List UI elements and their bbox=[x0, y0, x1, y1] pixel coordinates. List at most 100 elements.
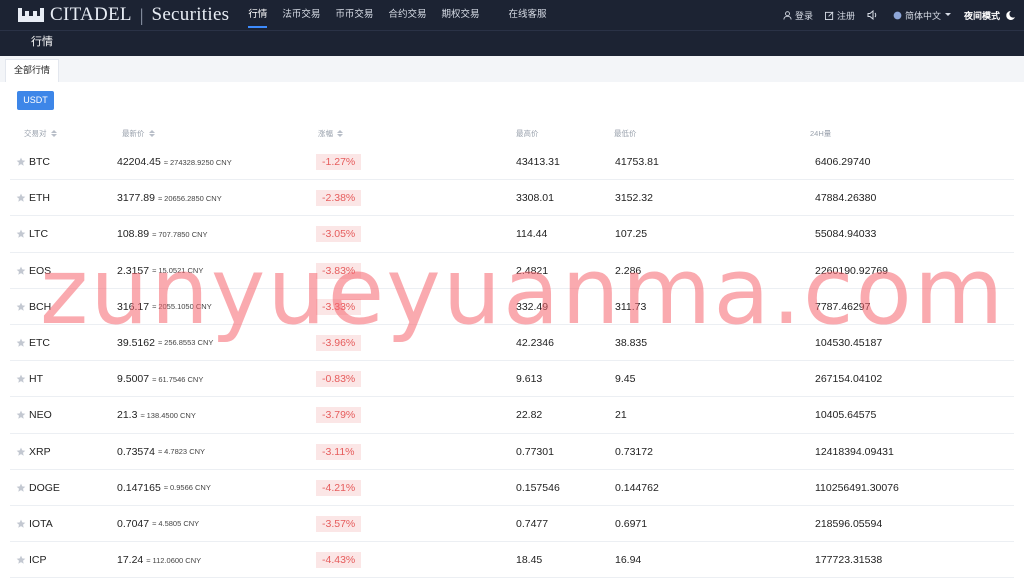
change-cell: -3.11% bbox=[316, 434, 361, 470]
low-price: 0.6971 bbox=[615, 517, 648, 530]
change-cell: -3.33% bbox=[316, 289, 362, 325]
chevron-down-icon bbox=[944, 13, 951, 16]
brand-separator: | bbox=[139, 4, 144, 25]
table-row[interactable]: EOS 2.3157 ≈ 15.0521 CNY -3.83% 2.4821 2.286 2… bbox=[10, 253, 1014, 289]
favorite-star-icon[interactable] bbox=[16, 193, 26, 203]
pair-cell: XRP bbox=[16, 434, 51, 470]
last-price-cell: 108.89 ≈ 707.7850 CNY bbox=[117, 216, 208, 252]
last-price-cny: ≈ 15.0521 CNY bbox=[152, 266, 204, 276]
high-price: 2.4821 bbox=[516, 264, 549, 277]
low-price: 41753.81 bbox=[615, 156, 659, 168]
table-row[interactable]: XRP 0.73574 ≈ 4.7823 CNY -3.11% 0.77301 0.731… bbox=[10, 434, 1014, 470]
brand-logo[interactable]: CITADEL | Securities bbox=[0, 0, 229, 30]
pair-name: ICP bbox=[29, 554, 47, 567]
low-price: 3152.32 bbox=[615, 192, 653, 205]
favorite-star-icon[interactable] bbox=[16, 519, 26, 529]
table-row[interactable]: NEO 21.3 ≈ 138.4500 CNY -3.79% 22.82 21 10405.… bbox=[10, 397, 1014, 434]
col-change-label: 涨幅 bbox=[318, 129, 333, 138]
last-price-cell: 3177.89 ≈ 20656.2850 CNY bbox=[117, 180, 222, 216]
table-row[interactable]: ETH 3177.89 ≈ 20656.2850 CNY -2.38% 3308.01 3… bbox=[10, 180, 1014, 217]
low-price: 2.286 bbox=[615, 264, 642, 277]
change-badge: -3.83% bbox=[316, 262, 362, 279]
favorite-star-icon[interactable] bbox=[16, 157, 26, 167]
last-price: 316.17 bbox=[117, 300, 150, 313]
change-cell: -1.27% bbox=[316, 144, 362, 180]
last-price-cny: ≈ 61.7546 CNY bbox=[152, 374, 204, 384]
table-row[interactable]: BTC 42204.45 ≈ 274328.9250 CNY -1.27% 43413.… bbox=[10, 144, 1014, 181]
pair-cell: NEO bbox=[16, 397, 52, 433]
pair-cell: ETC bbox=[16, 325, 50, 361]
last-price: 42204.45 bbox=[117, 156, 161, 168]
col-last-label: 最新价 bbox=[122, 129, 145, 138]
favorite-star-icon[interactable] bbox=[16, 338, 26, 348]
table-row[interactable]: ETC 39.5162 ≈ 256.8553 CNY -3.96% 42.2346 38.… bbox=[10, 325, 1014, 362]
pair-name: DOGE bbox=[29, 481, 60, 494]
last-price-cny: ≈ 0.9566 CNY bbox=[163, 483, 211, 493]
nav-market[interactable]: 行情 bbox=[248, 0, 268, 30]
volume-24h: 2260190.92769 bbox=[815, 264, 888, 277]
language-select[interactable]: 简体中文 bbox=[893, 9, 952, 22]
nav-online-support[interactable]: 在线客服 bbox=[508, 0, 546, 30]
col-high-label: 最高价 bbox=[516, 129, 539, 138]
tab-all-markets[interactable]: 全部行情 bbox=[5, 59, 60, 82]
main-nav: 行情 法币交易 币币交易 合约交易 期权交易 在线客服 bbox=[248, 0, 561, 30]
table-row[interactable]: HT 9.5007 ≈ 61.7546 CNY -0.83% 9.613 9.45 2671… bbox=[10, 361, 1014, 398]
pair-cell: BTC bbox=[16, 144, 50, 180]
pair-cell: HT bbox=[16, 361, 43, 397]
nav-spot-trade[interactable]: 币币交易 bbox=[335, 0, 373, 30]
pair-name: IOTA bbox=[29, 517, 53, 530]
login-link[interactable]: 登录 bbox=[783, 9, 813, 22]
favorite-star-icon[interactable] bbox=[16, 555, 26, 565]
change-badge: -2.38% bbox=[316, 190, 362, 207]
high-price: 0.77301 bbox=[516, 445, 554, 458]
col-last-header[interactable]: 最新价 bbox=[122, 128, 155, 139]
brand-name: CITADEL bbox=[50, 4, 132, 25]
last-price-cny: ≈ 256.8553 CNY bbox=[157, 338, 214, 348]
change-badge: -3.11% bbox=[316, 443, 361, 460]
pair-name: LTC bbox=[29, 228, 49, 241]
last-price-cny: ≈ 2055.1050 CNY bbox=[152, 302, 212, 312]
col-high-header: 最高价 bbox=[516, 128, 539, 139]
col-volume-header: 24H量 bbox=[810, 128, 831, 139]
market-table: 交易对 最新价 涨幅 最高价 最低价 24H量 BTC 42204.45 ≈ 274… bbox=[10, 122, 1014, 578]
high-price: 43413.31 bbox=[516, 156, 560, 168]
subnav-market-tab[interactable]: 行情 bbox=[17, 33, 67, 56]
nav-contract-trade[interactable]: 合约交易 bbox=[388, 0, 426, 30]
low-price: 9.45 bbox=[615, 373, 636, 386]
favorite-star-icon[interactable] bbox=[16, 374, 26, 384]
pair-name: XRP bbox=[29, 445, 51, 458]
change-badge: -0.83% bbox=[316, 371, 362, 388]
high-price: 22.82 bbox=[516, 409, 543, 422]
col-change-header[interactable]: 涨幅 bbox=[318, 128, 343, 139]
favorite-star-icon[interactable] bbox=[16, 229, 26, 239]
favorite-star-icon[interactable] bbox=[16, 483, 26, 493]
table-row[interactable]: DOGE 0.147165 ≈ 0.9566 CNY -4.21% 0.157546 0.… bbox=[10, 470, 1014, 506]
high-price: 0.7477 bbox=[516, 517, 549, 530]
nav-option-trade[interactable]: 期权交易 bbox=[441, 0, 479, 30]
globe-icon bbox=[893, 11, 902, 19]
usdt-filter-button[interactable]: USDT bbox=[17, 91, 54, 110]
filter-bar: 全部行情 bbox=[0, 56, 1024, 82]
edit-icon bbox=[824, 11, 834, 20]
change-cell: -0.83% bbox=[316, 361, 362, 397]
last-price-cell: 0.7047 ≈ 4.5805 CNY bbox=[117, 506, 199, 542]
pair-name: BCH bbox=[29, 300, 52, 313]
table-row[interactable]: ICP 17.24 ≈ 112.0600 CNY -4.43% 18.45 16.94 17… bbox=[10, 542, 1014, 578]
change-badge: -3.05% bbox=[316, 226, 362, 243]
register-link[interactable]: 注册 bbox=[824, 9, 855, 22]
table-row[interactable]: LTC 108.89 ≈ 707.7850 CNY -3.05% 114.44 107.2… bbox=[10, 216, 1014, 253]
pair-cell: LTC bbox=[16, 216, 48, 252]
night-mode-toggle[interactable]: 夜间模式 bbox=[964, 9, 1016, 22]
table-row[interactable]: IOTA 0.7047 ≈ 4.5805 CNY -3.57% 0.7477 0.6971… bbox=[10, 506, 1014, 543]
favorite-star-icon[interactable] bbox=[16, 410, 26, 420]
col-low-label: 最低价 bbox=[614, 129, 637, 138]
nav-fiat-trade[interactable]: 法币交易 bbox=[282, 0, 320, 30]
favorite-star-icon[interactable] bbox=[16, 447, 26, 457]
col-pair-header[interactable]: 交易对 bbox=[24, 128, 57, 139]
pair-cell: IOTA bbox=[16, 506, 53, 542]
sound-toggle[interactable] bbox=[867, 10, 881, 20]
favorite-star-icon[interactable] bbox=[16, 302, 26, 312]
favorite-star-icon[interactable] bbox=[16, 266, 26, 276]
table-row[interactable]: BCH 316.17 ≈ 2055.1050 CNY -3.33% 332.49 311.… bbox=[10, 289, 1014, 325]
change-badge: -3.96% bbox=[316, 334, 362, 351]
